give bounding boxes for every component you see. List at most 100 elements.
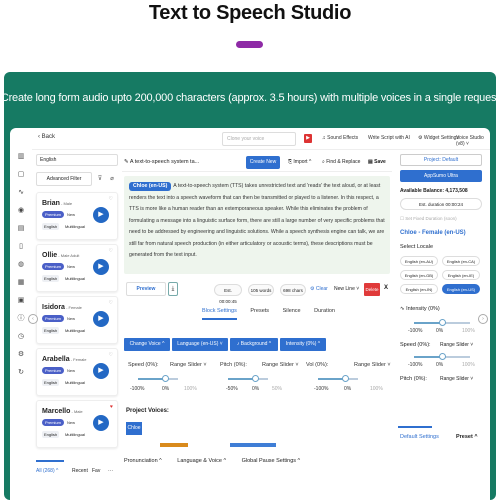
pitch-slider[interactable] bbox=[228, 375, 268, 382]
document-icon[interactable]: ▤ bbox=[10, 220, 32, 238]
favorite-icon[interactable]: ♡ bbox=[109, 248, 113, 254]
voice-card[interactable]: Brian - Male Premium New English Multili… bbox=[36, 192, 118, 240]
play-button[interactable]: ▶ bbox=[93, 207, 109, 223]
clipboard-icon[interactable]: ▣ bbox=[10, 292, 32, 310]
speed-mode-dropdown[interactable]: Range Slider ˅ bbox=[170, 362, 207, 368]
new-line-dropdown[interactable]: New Line ˅ bbox=[334, 286, 359, 292]
message-icon[interactable]: ▢ bbox=[10, 166, 32, 184]
slider-knob[interactable] bbox=[439, 353, 446, 360]
import-button[interactable]: ⎘ Import ^ bbox=[288, 159, 311, 165]
background-button[interactable]: ♪ Background ^ bbox=[230, 338, 278, 351]
download-icon[interactable]: ⤓ bbox=[168, 282, 178, 296]
file-icon[interactable]: ▯ bbox=[10, 238, 32, 256]
collapse-right-button[interactable]: › bbox=[478, 314, 488, 324]
language-tag: English bbox=[42, 379, 60, 386]
change-voice-button[interactable]: Change Voice ^ bbox=[124, 338, 170, 351]
locale-chip[interactable]: English (en-IE) bbox=[442, 270, 480, 280]
tag-icon[interactable]: ⌀ bbox=[106, 172, 118, 186]
locale-chip-active[interactable]: English (en-US) bbox=[442, 284, 480, 294]
speed-slider[interactable] bbox=[138, 375, 178, 382]
volume-slider[interactable] bbox=[318, 375, 358, 382]
preset-dropdown[interactable]: Preset ^ bbox=[456, 434, 478, 440]
tab-presets[interactable]: Presets bbox=[250, 308, 269, 314]
tab-duration[interactable]: Duration bbox=[314, 308, 335, 314]
tab-all[interactable]: All (268) ^ bbox=[36, 468, 58, 474]
grid-icon[interactable]: ▦ bbox=[10, 274, 32, 292]
voice-card[interactable]: Arabella - Female Premium New English Mu… bbox=[36, 348, 118, 396]
slider-knob[interactable] bbox=[252, 375, 259, 382]
find-replace-button[interactable]: ⌕ Find & Replace bbox=[322, 159, 360, 165]
tab-more[interactable]: ··· bbox=[108, 468, 113, 474]
tab-silence[interactable]: Silence bbox=[283, 308, 301, 314]
favorite-icon[interactable]: ♡ bbox=[109, 352, 113, 358]
advanced-filter-button[interactable]: Advanced Filter bbox=[36, 172, 92, 186]
voice-card[interactable]: Ollie - Male Adult Premium New English M… bbox=[36, 244, 118, 292]
favorite-icon[interactable]: ♥ bbox=[110, 404, 113, 410]
project-voice-chip[interactable]: Chloe bbox=[126, 422, 142, 435]
tab-fav[interactable]: Fav bbox=[92, 468, 100, 474]
pitch-max: 50% bbox=[272, 386, 283, 392]
youtube-icon[interactable]: ▶ bbox=[304, 134, 312, 143]
globe-icon[interactable]: ◍ bbox=[10, 256, 32, 274]
intensity-slider[interactable] bbox=[414, 319, 470, 326]
play-button[interactable]: ▶ bbox=[93, 311, 109, 327]
tab-recent[interactable]: Recent bbox=[72, 468, 88, 474]
filter-icon[interactable]: ⊽ bbox=[94, 172, 106, 186]
language-select[interactable]: English bbox=[36, 154, 118, 166]
chars-pill: 698 chars bbox=[280, 284, 306, 296]
multilingual-tag: Multilingual bbox=[65, 380, 86, 385]
document-title[interactable]: ✎ A text-to-speech system ta... bbox=[124, 159, 199, 165]
project-button[interactable]: Project: Default bbox=[400, 154, 482, 166]
pitch-mode-dropdown[interactable]: Range Slider ˅ bbox=[262, 362, 299, 368]
create-new-button[interactable]: Create New bbox=[246, 156, 280, 169]
language-voice-link[interactable]: Language & Voice ^ bbox=[177, 458, 226, 464]
gear-icon[interactable]: ⚙ bbox=[10, 346, 32, 364]
locale-chip[interactable]: English (en-CA) bbox=[442, 256, 480, 266]
settings-icon[interactable]: ◉ bbox=[10, 202, 32, 220]
clear-button[interactable]: ⚙ Clear bbox=[310, 286, 328, 292]
speed-mode-right[interactable]: Range Slider ˅ bbox=[440, 342, 473, 348]
preview-button[interactable]: Preview bbox=[126, 282, 166, 296]
locale-chip[interactable]: English (en-GB) bbox=[400, 270, 438, 280]
collapse-left-button[interactable]: ‹ bbox=[28, 314, 38, 324]
voice-tag[interactable]: Chloe (en-US) bbox=[129, 182, 172, 191]
refresh-icon[interactable]: ↻ bbox=[10, 364, 32, 382]
intensity-min: -100% bbox=[408, 328, 423, 334]
locale-chip[interactable]: English (en-IN) bbox=[400, 284, 438, 294]
delete-button[interactable]: Delete bbox=[364, 283, 380, 296]
play-button[interactable]: ▶ bbox=[93, 363, 109, 379]
waveform-icon[interactable]: ∿ bbox=[10, 184, 32, 202]
voice-card[interactable]: Isidora - Female Premium New English Mul… bbox=[36, 296, 118, 344]
slider-knob[interactable] bbox=[342, 375, 349, 382]
global-pause-link[interactable]: Global Pause Settings ^ bbox=[242, 458, 301, 464]
voice-studio-dropdown[interactable]: Voice Studio (v8) ˅ bbox=[456, 135, 490, 147]
set-fixed-duration-checkbox[interactable]: ☐ Set Fixed Duration (soon) bbox=[400, 216, 457, 222]
close-icon[interactable]: X bbox=[384, 285, 388, 291]
chart-icon[interactable]: ▥ bbox=[10, 148, 32, 166]
tab-block-settings[interactable]: Block Settings bbox=[202, 308, 237, 320]
clock-icon[interactable]: ◷ bbox=[10, 328, 32, 346]
play-button[interactable]: ▶ bbox=[93, 259, 109, 275]
speed-mid: 0% bbox=[162, 386, 170, 392]
volume-mode-dropdown[interactable]: Range Slider ˅ bbox=[354, 362, 391, 368]
favorite-icon[interactable]: ♡ bbox=[109, 300, 113, 306]
voice-card[interactable]: Marcello - Male Premium New English Mult… bbox=[36, 400, 118, 448]
default-settings-tab[interactable]: Default Settings bbox=[400, 434, 439, 440]
widget-settings-button[interactable]: ⚙ Widget Settings bbox=[418, 135, 459, 141]
back-button[interactable]: ‹ Back bbox=[38, 134, 55, 140]
slider-knob[interactable] bbox=[162, 375, 169, 382]
write-script-button[interactable]: Write Script with AI bbox=[368, 135, 410, 141]
play-button[interactable]: ▶ bbox=[93, 415, 109, 431]
favorite-icon[interactable]: ♡ bbox=[109, 196, 113, 202]
slider-knob[interactable] bbox=[439, 319, 446, 326]
sound-effects-button[interactable]: ♫ Sound Effects bbox=[322, 135, 358, 141]
locale-chip[interactable]: English (en-AU) bbox=[400, 256, 438, 266]
speed-slider-right[interactable] bbox=[414, 353, 470, 360]
clone-voice-input[interactable]: Clone your voice bbox=[222, 132, 296, 146]
text-block[interactable]: Chloe (en-US) A text-to-speech system (TT… bbox=[124, 176, 390, 274]
pronunciation-link[interactable]: Pronunciation ^ bbox=[124, 458, 162, 464]
intensity-button[interactable]: Intensity (0%) ^ bbox=[280, 338, 326, 351]
save-button[interactable]: ▤ Save bbox=[368, 159, 386, 165]
language-button[interactable]: Language (en-US) ˅ bbox=[172, 338, 228, 351]
pitch-mode-right[interactable]: Range Slider ˅ bbox=[440, 376, 473, 382]
